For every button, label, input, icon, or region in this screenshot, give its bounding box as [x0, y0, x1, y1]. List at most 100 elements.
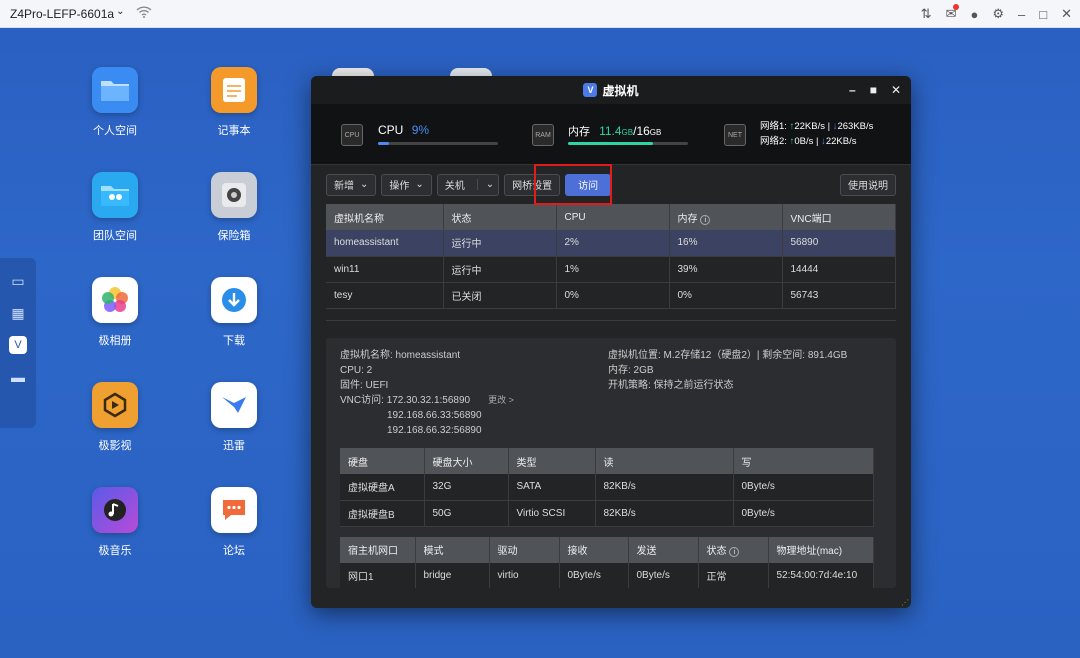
download-icon — [211, 277, 257, 323]
close-icon[interactable]: ✕ — [891, 83, 901, 97]
device-selector[interactable]: Z4Pro-LEFP-6601a ⌄ — [10, 6, 124, 21]
table-row[interactable]: homeassistant 运行中 2% 16% 56890 — [326, 230, 896, 257]
transfer-icon[interactable]: ⇅ — [921, 6, 932, 22]
window-title: 虚拟机 — [602, 83, 639, 98]
table-cell: tesy — [326, 282, 444, 309]
app-download[interactable]: 下载 — [194, 277, 274, 348]
detail-location: 虚拟机位置: M.2存储12（硬盘2）| 剩余空间: 891.4GB — [608, 350, 848, 361]
new-button-label: 新增 — [334, 181, 354, 192]
table-cell: 网口1 — [340, 562, 416, 588]
column-header: 模式 — [415, 536, 490, 563]
app-photos[interactable]: 极相册 — [75, 277, 155, 348]
maximize-icon[interactable]: ■ — [870, 83, 877, 97]
net2-up: 0B/s — [794, 136, 814, 147]
app-team-space[interactable]: 团队空间 — [75, 172, 155, 243]
column-header: 驱动 — [489, 536, 560, 563]
memory-stat: 内存 11.4GB/16GB — [568, 123, 661, 139]
table-row[interactable]: win11 运行中 1% 39% 14444 — [326, 256, 896, 283]
column-header: 发送 — [628, 536, 699, 563]
info-icon[interactable]: i — [700, 214, 711, 225]
window-titlebar[interactable]: V 虚拟机 – ■ ✕ — [311, 76, 911, 104]
column-header[interactable]: CPU — [556, 204, 670, 230]
table-cell: 82KB/s — [595, 500, 734, 527]
memory-total: 16 — [636, 124, 650, 138]
apps-grid-icon[interactable]: ▦ — [8, 304, 28, 322]
table-cell: virtio — [489, 562, 560, 588]
detail-vnc-address: 172.30.32.1:56890 — [386, 395, 471, 406]
folder-icon[interactable]: ▬ — [8, 368, 28, 386]
net1-label: 网络1: — [760, 121, 787, 132]
resource-stats: CPU CPU 9% RAM 内存 11.4GB/16GB NET 网络1: ↑… — [311, 104, 911, 164]
wifi-icon — [136, 6, 152, 21]
column-header[interactable]: 状态 — [443, 204, 557, 230]
table-cell: 32G — [424, 474, 509, 501]
vm-table: 虚拟机名称 状态 CPU 内存 i VNC端口 homeassistant 运行… — [326, 204, 896, 321]
app-label: 极音乐 — [98, 545, 132, 557]
drive-icon[interactable]: ▭ — [8, 272, 28, 290]
memory-used-unit: GB — [621, 128, 634, 137]
message-icon[interactable]: ✉ — [946, 4, 960, 22]
detail-boot-policy: 开机策略: 保持之前运行状态 — [608, 380, 734, 391]
column-header-label: 内存 — [677, 213, 698, 225]
minimize-icon[interactable]: – — [1018, 7, 1025, 22]
device-name: Z4Pro-LEFP-6601a — [10, 6, 115, 21]
column-header[interactable]: 虚拟机名称 — [326, 204, 444, 230]
disk-table: 硬盘 硬盘大小 类型 读 写 虚拟硬盘A 32G SATA 82KB/s 0By… — [340, 448, 874, 527]
top-bar: Z4Pro-LEFP-6601a ⌄ ⇅ ✉ ● ⚙ – □ ✕ — [0, 0, 1080, 28]
table-cell: 0Byte/s — [559, 562, 629, 588]
app-label: 下载 — [223, 335, 245, 347]
column-header: 类型 — [508, 448, 596, 474]
operations-button[interactable]: 操作 ⌄ — [381, 173, 432, 196]
user-icon[interactable]: ● — [970, 7, 978, 22]
column-header-memory[interactable]: 内存 i — [669, 204, 783, 230]
thunder-icon — [211, 382, 257, 428]
vm-shield-icon: V — [583, 83, 598, 97]
network-chip-icon: NET — [724, 124, 746, 146]
maximize-icon[interactable]: □ — [1039, 7, 1047, 22]
column-header: 物理地址(mac) — [768, 536, 874, 563]
close-icon[interactable]: ✕ — [1061, 6, 1072, 22]
minimize-icon[interactable]: – — [849, 83, 856, 97]
help-button[interactable]: 使用说明 — [840, 173, 896, 196]
memory-chip-icon: RAM — [532, 124, 554, 146]
app-thunder[interactable]: 迅雷 — [194, 382, 274, 453]
table-row[interactable]: tesy 已关闭 0% 0% 56743 — [326, 282, 896, 309]
app-safe[interactable]: 保险箱 — [194, 172, 274, 243]
app-forum[interactable]: 论坛 — [194, 487, 274, 558]
column-header-status: 状态 i — [698, 536, 769, 563]
gear-icon[interactable]: ⚙ — [992, 6, 1004, 22]
table-cell: 0% — [669, 282, 783, 309]
table-cell: 虚拟硬盘A — [340, 474, 425, 501]
table-cell: 39% — [669, 256, 783, 283]
table-cell: 50G — [424, 500, 509, 527]
app-personal-space[interactable]: 个人空间 — [75, 67, 155, 138]
change-link[interactable]: 更改 > — [488, 395, 514, 405]
column-header[interactable]: VNC端口 — [782, 204, 896, 230]
app-music[interactable]: 极音乐 — [75, 487, 155, 558]
new-button[interactable]: 新增 ⌄ — [326, 173, 377, 196]
table-cell: 56890 — [782, 230, 896, 257]
app-notepad[interactable]: 记事本 — [194, 67, 274, 138]
column-header: 硬盘 — [340, 448, 425, 474]
column-header: 接收 — [559, 536, 629, 563]
table-cell: bridge — [415, 562, 490, 588]
column-header: 读 — [595, 448, 734, 474]
table-row: 网口1 bridge virtio 0Byte/s 0Byte/s 正常 52:… — [340, 562, 874, 588]
table-cell: 2% — [556, 230, 670, 257]
table-cell: win11 — [326, 256, 444, 283]
table-cell: 已关闭 — [443, 282, 557, 309]
network-table: 宿主机网口 模式 驱动 接收 发送 状态 i 物理地址(mac) 网口1 bri… — [340, 536, 874, 588]
shutdown-button[interactable]: 关机 ⌄ — [436, 173, 500, 196]
vm-shield-icon[interactable]: V — [9, 336, 27, 354]
table-cell: homeassistant — [326, 230, 444, 257]
info-icon[interactable]: i — [729, 547, 740, 557]
table-cell: 运行中 — [443, 256, 557, 283]
video-icon — [92, 382, 138, 428]
resize-handle-icon[interactable]: ⋰ — [901, 598, 909, 607]
shutdown-button-label: 关机 — [444, 181, 465, 192]
folder-icon — [92, 67, 138, 113]
app-video[interactable]: 极影视 — [75, 382, 155, 453]
table-cell: 0Byte/s — [733, 474, 874, 501]
network-stat: 网络1: ↑22KB/s | ↓263KB/s 网络2: ↑0B/s | ↓22… — [760, 121, 874, 147]
chevron-down-icon: ⌄ — [415, 179, 424, 190]
